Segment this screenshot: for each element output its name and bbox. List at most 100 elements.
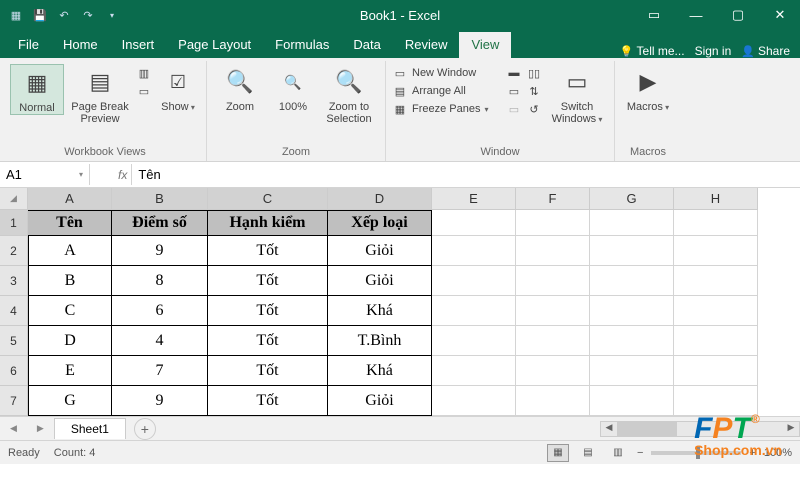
cell[interactable]: Tốt — [208, 386, 328, 416]
sheet-tab[interactable]: Sheet1 — [54, 418, 126, 439]
cell[interactable] — [590, 236, 674, 266]
cell[interactable]: D — [28, 326, 112, 356]
cell[interactable]: Giỏi — [328, 386, 432, 416]
sync-scroll-button[interactable]: ⇅ — [526, 84, 542, 98]
close-icon[interactable]: ✕ — [760, 0, 800, 30]
unhide-button[interactable]: ▭ — [506, 102, 522, 116]
sheet-nav-next-icon[interactable]: ▶ — [27, 423, 54, 434]
normal-view-status-icon[interactable]: ▦ — [547, 444, 569, 462]
cell[interactable]: B — [28, 266, 112, 296]
cell[interactable]: G — [28, 386, 112, 416]
cell[interactable] — [590, 326, 674, 356]
cell[interactable]: 8 — [112, 266, 208, 296]
custom-views-button[interactable]: ▭ — [136, 84, 152, 98]
page-break-status-icon[interactable]: ▥ — [607, 444, 629, 462]
tab-view[interactable]: View — [459, 32, 511, 58]
cell[interactable] — [516, 386, 590, 416]
row-header[interactable]: 7 — [0, 386, 28, 416]
zoom-100-button[interactable]: 🔍 100% — [271, 64, 315, 113]
cell[interactable]: Điểm số — [112, 210, 208, 236]
fx-icon[interactable]: fx — [114, 168, 131, 182]
cell[interactable]: 6 — [112, 296, 208, 326]
cell[interactable]: 7 — [112, 356, 208, 386]
zoom-button[interactable]: 🔍 Zoom — [213, 64, 267, 113]
cell[interactable]: Tốt — [208, 266, 328, 296]
tab-page-layout[interactable]: Page Layout — [166, 32, 263, 58]
cell[interactable]: Giỏi — [328, 266, 432, 296]
cell[interactable]: Tốt — [208, 296, 328, 326]
tell-me-search[interactable]: Tell me... — [620, 44, 685, 58]
reset-window-button[interactable]: ↺ — [526, 102, 542, 116]
cell[interactable]: T.Bình — [328, 326, 432, 356]
col-header-c[interactable]: C — [208, 188, 328, 210]
tab-review[interactable]: Review — [393, 32, 460, 58]
name-box[interactable]: A1 — [0, 164, 90, 185]
cell[interactable]: Tốt — [208, 326, 328, 356]
col-header-h[interactable]: H — [674, 188, 758, 210]
maximize-icon[interactable]: ▢ — [718, 0, 758, 30]
col-header-b[interactable]: B — [112, 188, 208, 210]
cell[interactable]: A — [28, 236, 112, 266]
normal-view-button[interactable]: ▦ Normal — [10, 64, 64, 115]
qat-dropdown-icon[interactable]: ▾ — [104, 7, 120, 23]
cell[interactable] — [674, 236, 758, 266]
select-all-corner[interactable]: ◢ — [0, 188, 28, 210]
page-break-preview-button[interactable]: ▤ Page Break Preview — [68, 64, 132, 125]
cell[interactable]: Xếp loại — [328, 210, 432, 236]
cell[interactable] — [432, 356, 516, 386]
new-window-button[interactable]: ▭New Window — [392, 66, 502, 80]
cell[interactable]: Khá — [328, 356, 432, 386]
cell[interactable]: Hạnh kiểm — [208, 210, 328, 236]
cell[interactable] — [674, 326, 758, 356]
cell[interactable] — [674, 210, 758, 236]
col-header-f[interactable]: F — [516, 188, 590, 210]
save-icon[interactable]: 💾 — [32, 7, 48, 23]
row-header[interactable]: 2 — [0, 236, 28, 266]
cell[interactable] — [432, 386, 516, 416]
cell[interactable] — [432, 326, 516, 356]
macros-button[interactable]: ▶ Macros — [621, 64, 675, 113]
tab-file[interactable]: File — [6, 32, 51, 58]
zoom-out-button[interactable]: − — [637, 447, 643, 459]
row-header[interactable]: 5 — [0, 326, 28, 356]
undo-icon[interactable]: ↶ — [56, 7, 72, 23]
formula-bar[interactable]: Tên — [131, 164, 800, 185]
minimize-icon[interactable]: — — [676, 0, 716, 30]
show-button[interactable]: ☑ Show — [156, 64, 200, 113]
scroll-left-icon[interactable]: ◀ — [601, 422, 617, 436]
cell[interactable] — [674, 266, 758, 296]
add-sheet-button[interactable]: + — [134, 418, 156, 440]
scroll-right-icon[interactable]: ▶ — [783, 422, 799, 436]
cell[interactable] — [590, 210, 674, 236]
cell[interactable] — [432, 296, 516, 326]
cell[interactable] — [516, 210, 590, 236]
ribbon-options-icon[interactable]: ▭ — [634, 0, 674, 30]
cell[interactable] — [516, 356, 590, 386]
cell[interactable] — [674, 356, 758, 386]
cell[interactable]: C — [28, 296, 112, 326]
col-header-g[interactable]: G — [590, 188, 674, 210]
page-layout-status-icon[interactable]: ▤ — [577, 444, 599, 462]
cell[interactable] — [590, 356, 674, 386]
cell[interactable] — [432, 236, 516, 266]
cell[interactable] — [590, 296, 674, 326]
tab-formulas[interactable]: Formulas — [263, 32, 341, 58]
row-header[interactable]: 3 — [0, 266, 28, 296]
cell[interactable] — [516, 236, 590, 266]
col-header-a[interactable]: A — [28, 188, 112, 210]
row-header[interactable]: 1 — [0, 210, 28, 236]
tab-data[interactable]: Data — [341, 32, 392, 58]
tab-insert[interactable]: Insert — [110, 32, 167, 58]
cell[interactable] — [432, 210, 516, 236]
cell[interactable]: Tên — [28, 210, 112, 236]
cell[interactable] — [516, 296, 590, 326]
cell[interactable]: Tốt — [208, 236, 328, 266]
hide-button[interactable]: ▭ — [506, 84, 522, 98]
view-side-by-side-button[interactable]: ▯▯ — [526, 66, 542, 80]
freeze-panes-button[interactable]: ▦Freeze Panes — [392, 102, 502, 116]
arrange-all-button[interactable]: ▤Arrange All — [392, 84, 502, 98]
scroll-thumb[interactable] — [617, 422, 677, 436]
cell[interactable] — [516, 266, 590, 296]
page-layout-button[interactable]: ▥ — [136, 66, 152, 80]
cell[interactable]: 4 — [112, 326, 208, 356]
